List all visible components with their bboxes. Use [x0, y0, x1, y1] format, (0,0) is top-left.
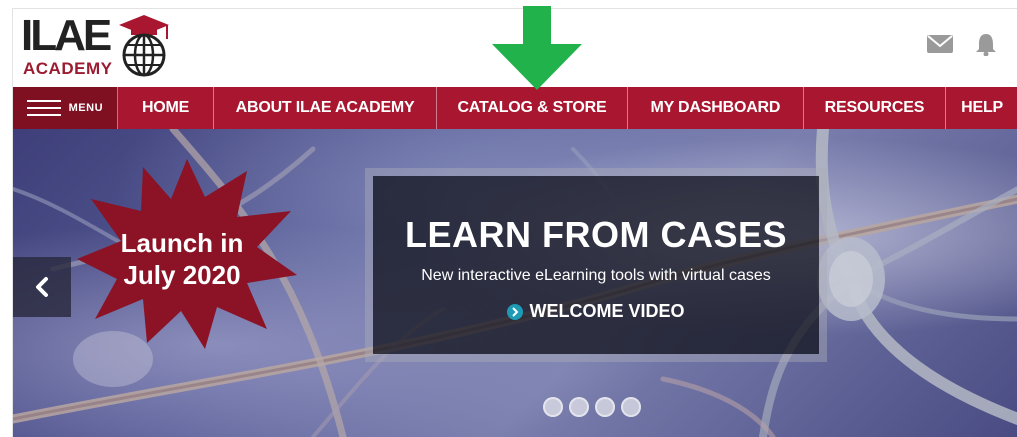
- nav-item-home[interactable]: HOME: [118, 87, 215, 129]
- play-circle-icon: [507, 303, 524, 320]
- logo-subtitle: ACADEMY: [23, 59, 113, 78]
- hamburger-icon: [26, 100, 61, 116]
- launch-badge-line1: Launch in: [120, 228, 244, 258]
- ilae-academy-logo[interactable]: ILAE ACADEMY: [21, 11, 171, 83]
- slider-dot-1[interactable]: [543, 397, 563, 417]
- mail-icon[interactable]: [926, 31, 954, 57]
- welcome-video-label: WELCOME VIDEO: [529, 301, 685, 321]
- slider-prev-button[interactable]: [13, 257, 71, 317]
- green-down-arrow-icon: [492, 6, 582, 90]
- nav-item-help[interactable]: HELP: [946, 87, 1017, 129]
- hero-promo-panel: LEARN FROM CASES New interactive eLearni…: [373, 176, 819, 354]
- menu-button[interactable]: MENU: [13, 87, 118, 129]
- nav-item-my-dashboard[interactable]: MY DASHBOARD: [628, 87, 804, 129]
- main-nav: MENU HOME ABOUT ILAE ACADEMY CATALOG & S…: [13, 87, 1017, 129]
- slider-dot-4[interactable]: [621, 397, 641, 417]
- slider-dot-2[interactable]: [569, 397, 589, 417]
- nav-item-resources[interactable]: RESOURCES: [804, 87, 947, 129]
- globe-graduation-cap-icon: [119, 15, 169, 77]
- launch-badge-text: Launch in July 2020: [77, 227, 287, 291]
- hero-subtitle: New interactive eLearning tools with vir…: [421, 267, 771, 284]
- slider-dot-3[interactable]: [595, 397, 615, 417]
- header-icons: [926, 31, 1000, 57]
- nav-item-catalog-store[interactable]: CATALOG & STORE: [437, 87, 629, 129]
- launch-badge-line2: July 2020: [123, 260, 241, 290]
- chevron-left-icon: [36, 277, 48, 297]
- hero-slider: Launch in July 2020 LEARN FROM CASES New…: [13, 129, 1017, 437]
- welcome-video-link[interactable]: WELCOME VIDEO: [373, 301, 819, 322]
- bell-icon[interactable]: [972, 31, 1000, 57]
- logo-wordmark: ILAE: [21, 11, 112, 60]
- slider-pagination: [543, 397, 641, 417]
- menu-label: MENU: [68, 102, 104, 114]
- hero-title: LEARN FROM CASES: [404, 214, 787, 255]
- nav-item-about[interactable]: ABOUT ILAE ACADEMY: [214, 87, 437, 129]
